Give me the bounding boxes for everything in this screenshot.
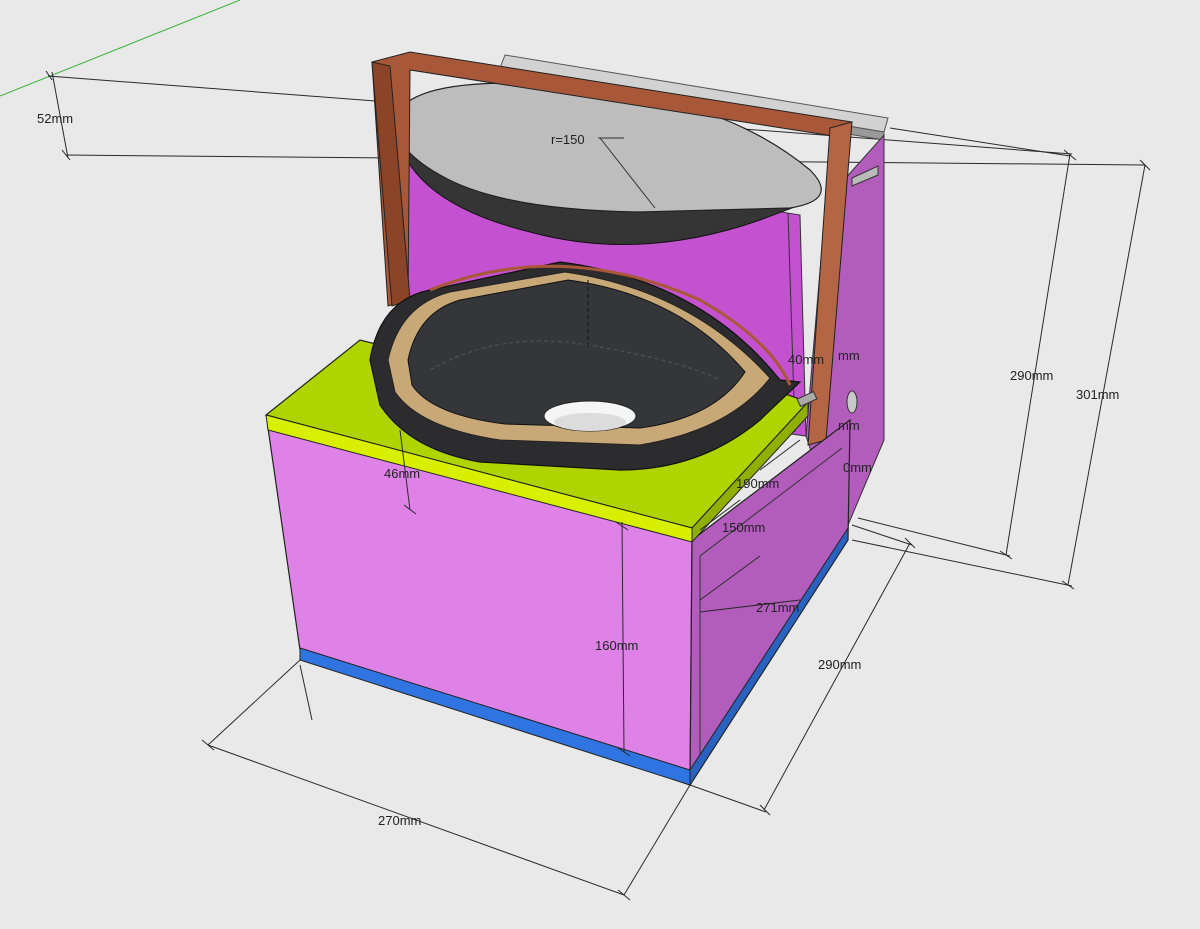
model-drawing: 52mm 290mm 301mm r=150 40mm mm mm 0mm 19… <box>0 0 1151 901</box>
dim-150mm-label: 150mm <box>722 520 765 535</box>
radius-label: r=150 <box>551 132 585 147</box>
dim-mm-label-1: mm <box>838 348 860 363</box>
side-knob-icon <box>846 390 858 414</box>
dim-271mm-label: 271mm <box>756 600 799 615</box>
right-height-dimensions: 290mm 301mm <box>851 127 1151 590</box>
dim-mm-label-2: mm <box>838 418 860 433</box>
dim-0mm-label: 0mm <box>843 460 872 475</box>
dim-190mm-label: 190mm <box>736 476 779 491</box>
dim-290mm-depth-label: 290mm <box>818 657 861 672</box>
dim-290mm-height-label: 290mm <box>1010 368 1053 383</box>
dim-160mm-label: 160mm <box>595 638 638 653</box>
dim-52mm-label: 52mm <box>37 111 73 126</box>
dim-46mm-label: 46mm <box>384 466 420 481</box>
dim-40mm-label: 40mm <box>788 352 824 367</box>
3d-model-viewport[interactable]: 52mm 290mm 301mm r=150 40mm mm mm 0mm 19… <box>0 0 1200 924</box>
dim-270mm-label: 270mm <box>378 813 421 828</box>
dim-301mm-height-label: 301mm <box>1076 387 1119 402</box>
